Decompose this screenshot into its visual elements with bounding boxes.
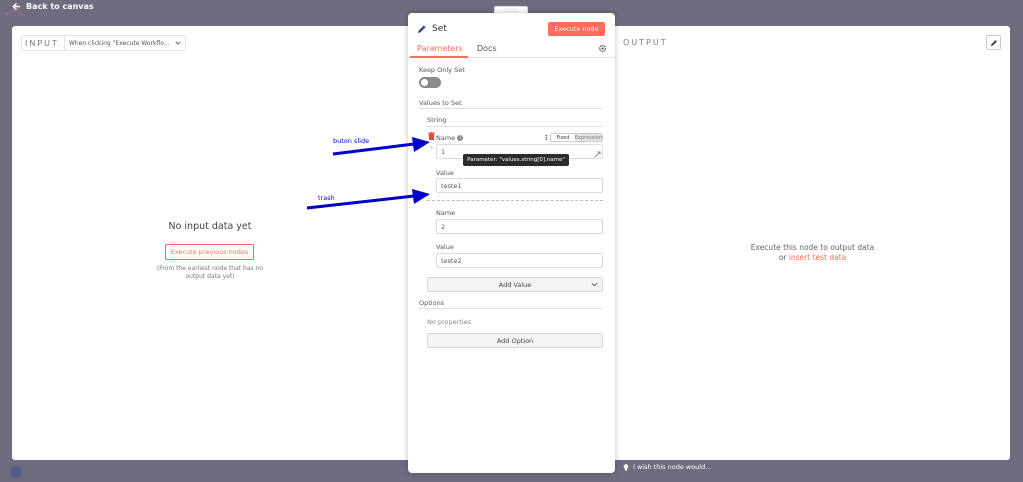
insert-test-data-link[interactable]: insert test data bbox=[789, 253, 846, 262]
values-to-set-label: Values to Set bbox=[419, 99, 462, 107]
item-1-value-input[interactable]: teste1 bbox=[436, 178, 603, 193]
input-header: INPUT When clicking "Execute Workflo... bbox=[21, 35, 186, 51]
add-value-button[interactable]: Add Value bbox=[427, 277, 603, 292]
item-1-name-label-text: Name bbox=[436, 134, 456, 142]
tab-parameters[interactable]: Parameters bbox=[417, 44, 463, 53]
help-icon[interactable]: ? bbox=[457, 135, 464, 141]
output-label: OUTPUT bbox=[623, 38, 668, 47]
back-to-canvas-button[interactable]: Back to canvas bbox=[12, 2, 94, 11]
execute-previous-nodes-button[interactable]: Execute previous nodes bbox=[165, 244, 254, 260]
item-2-name-label: Name bbox=[436, 209, 456, 217]
fixed-expression-toggle[interactable]: Fixed Expression bbox=[550, 133, 603, 142]
more-options-icon[interactable]: ⋮ bbox=[543, 134, 550, 142]
item-separator bbox=[427, 200, 603, 201]
no-properties-text: No properties bbox=[427, 318, 472, 326]
pencil-icon bbox=[990, 39, 997, 46]
options-label: Options bbox=[419, 299, 445, 307]
feedback-link[interactable]: I wish this node would... bbox=[623, 463, 711, 471]
item-2-name-input[interactable]: 2 bbox=[436, 219, 603, 234]
chevron-down-icon[interactable]: ⌄ bbox=[429, 143, 434, 150]
input-panel: INPUT When clicking "Execute Workflo... … bbox=[12, 26, 408, 460]
trash-icon[interactable] bbox=[428, 132, 435, 140]
execute-node-button[interactable]: Execute node bbox=[548, 22, 605, 36]
no-input-note: (From the earliest node that has no outp… bbox=[156, 265, 264, 280]
annotation-button-slide-label: buton slide bbox=[333, 137, 370, 145]
trigger-node-select-value: When clicking "Execute Workflo... bbox=[68, 39, 170, 47]
divider bbox=[419, 108, 603, 109]
node-tabs: Parameters Docs bbox=[408, 42, 615, 58]
pen-icon bbox=[418, 25, 426, 33]
lightbulb-icon bbox=[623, 463, 629, 471]
back-to-canvas-label: Back to canvas bbox=[26, 2, 94, 11]
output-empty-message: Execute this node to output data or inse… bbox=[615, 243, 1010, 263]
item-1-value-label: Value bbox=[436, 169, 454, 177]
avatar[interactable] bbox=[10, 466, 22, 478]
add-value-label: Add Value bbox=[498, 280, 532, 289]
trigger-node-select[interactable]: When clicking "Execute Workflo... bbox=[65, 40, 185, 47]
no-input-title: No input data yet bbox=[168, 221, 252, 232]
node-title: Set bbox=[417, 24, 447, 34]
node-title-text[interactable]: Set bbox=[432, 24, 447, 34]
arrow-left-icon bbox=[12, 2, 21, 11]
output-panel: OUTPUT Execute this node to output data … bbox=[615, 26, 1010, 460]
parameter-tooltip: Parameter: "values.string[0].name" bbox=[463, 154, 569, 166]
active-tab-underline bbox=[410, 56, 468, 58]
node-parameters-panel: Set Execute node Parameters Docs Keep On… bbox=[408, 13, 615, 473]
add-option-button[interactable]: Add Option bbox=[427, 333, 603, 348]
gear-icon[interactable] bbox=[598, 44, 607, 53]
expression-option[interactable]: Expression bbox=[574, 134, 602, 141]
chevron-down-icon bbox=[591, 282, 598, 287]
expand-icon[interactable] bbox=[594, 151, 601, 158]
divider bbox=[419, 308, 603, 309]
item-1-name-label: Name? bbox=[436, 134, 464, 142]
output-or-text: or bbox=[778, 253, 787, 262]
output-empty-line2: or insert test data bbox=[615, 253, 1010, 263]
fixed-option[interactable]: Fixed bbox=[551, 134, 575, 141]
input-label: INPUT bbox=[22, 36, 65, 50]
item-2-value-label: Value bbox=[436, 243, 454, 251]
item-2-value-input[interactable]: teste2 bbox=[436, 253, 603, 268]
keep-only-set-label: Keep Only Set bbox=[419, 66, 465, 74]
chevron-down-icon bbox=[175, 41, 181, 45]
keep-only-set-toggle[interactable] bbox=[419, 77, 441, 88]
string-label: String bbox=[427, 116, 447, 124]
annotation-trash-label: trash bbox=[318, 194, 335, 202]
feedback-label: I wish this node would... bbox=[633, 463, 712, 471]
output-empty-line1: Execute this node to output data bbox=[750, 243, 875, 252]
edit-output-button[interactable] bbox=[986, 35, 1001, 50]
divider bbox=[427, 126, 603, 127]
tab-docs[interactable]: Docs bbox=[477, 44, 497, 53]
